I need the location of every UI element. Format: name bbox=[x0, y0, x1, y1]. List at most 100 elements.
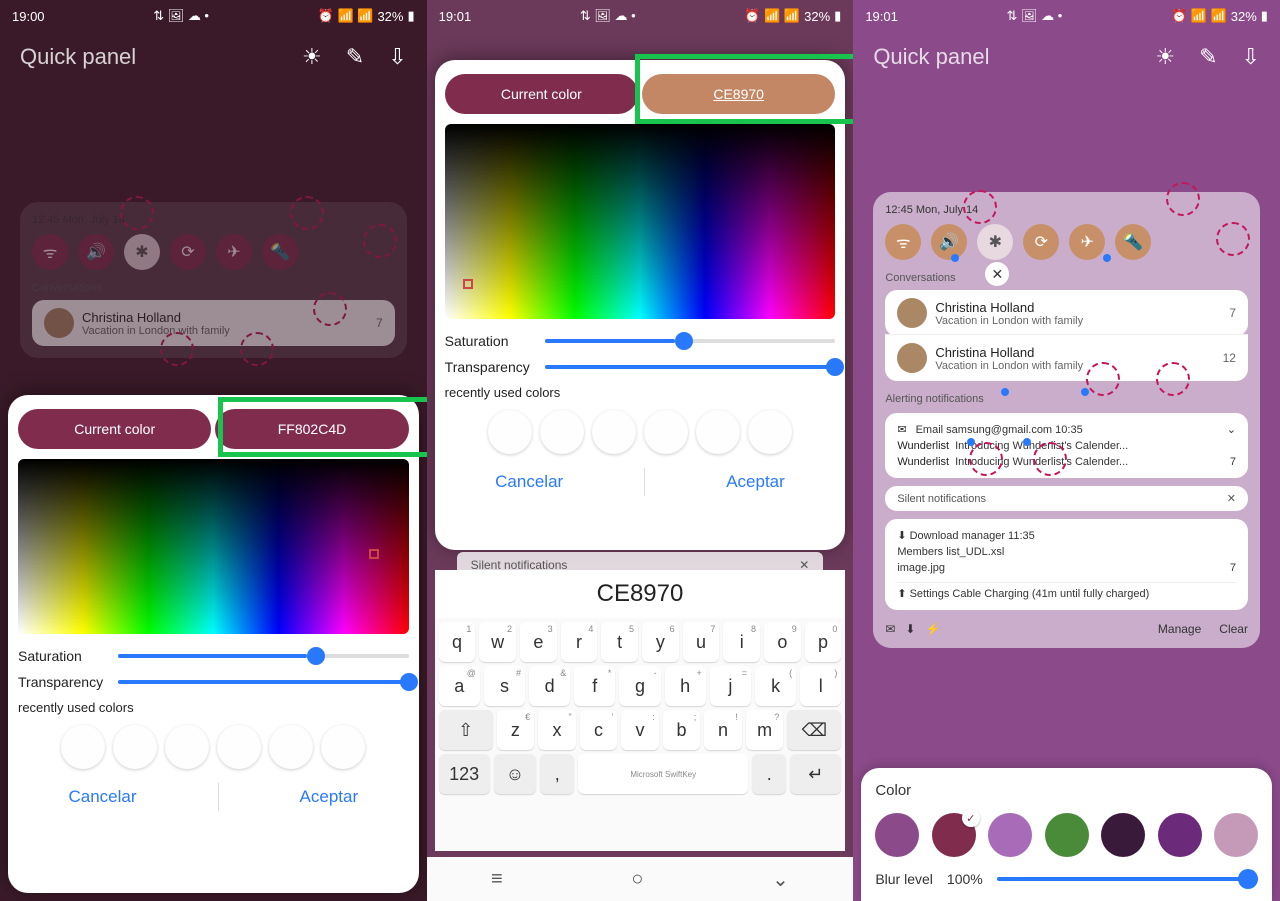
recent-color[interactable] bbox=[269, 725, 313, 769]
recent-color[interactable] bbox=[217, 725, 261, 769]
flashlight-icon: 🔦 bbox=[262, 234, 298, 270]
comma-key[interactable]: , bbox=[540, 754, 574, 794]
recent-color[interactable] bbox=[540, 410, 584, 454]
accept-button[interactable]: Aceptar bbox=[280, 779, 379, 815]
download-icon[interactable]: ⇩ bbox=[388, 44, 406, 70]
download-icon[interactable]: ⇩ bbox=[1242, 44, 1260, 70]
key-e[interactable]: e3 bbox=[520, 622, 557, 662]
alert-group: ✉ Email samsung@gmail.com 10:35⌄ Wunderl… bbox=[885, 413, 1248, 478]
silent-header: Silent notifications✕ bbox=[885, 486, 1248, 511]
recent-color[interactable] bbox=[321, 725, 365, 769]
saturation-slider[interactable] bbox=[118, 654, 409, 658]
color-picker: Current color CE8970 Saturation Transpar… bbox=[435, 60, 846, 550]
manage-button[interactable]: Manage bbox=[1158, 622, 1201, 636]
key-f[interactable]: f* bbox=[574, 666, 615, 706]
key-t[interactable]: t5 bbox=[601, 622, 638, 662]
key-d[interactable]: d& bbox=[529, 666, 570, 706]
color-swatch[interactable] bbox=[988, 813, 1032, 857]
sound-icon: 🔊 bbox=[931, 224, 967, 260]
emoji-key[interactable]: ☺ bbox=[494, 754, 537, 794]
bluetooth-icon: ✱ bbox=[124, 234, 160, 270]
key-q[interactable]: q1 bbox=[439, 622, 476, 662]
color-panel: Color Blur level 100% bbox=[861, 768, 1272, 901]
key-n[interactable]: n! bbox=[704, 710, 742, 750]
status-bar: 19:01 ⇅ 🖼 ☁ • ⏰ 📶 📶32%▮ bbox=[853, 0, 1280, 32]
saturation-slider[interactable] bbox=[545, 339, 836, 343]
brightness-icon[interactable]: ☀ bbox=[1155, 44, 1175, 70]
key-l[interactable]: l) bbox=[800, 666, 841, 706]
nav-home[interactable]: ○ bbox=[631, 868, 643, 891]
color-swatch[interactable] bbox=[1158, 813, 1202, 857]
avatar bbox=[897, 298, 927, 328]
color-code-button[interactable]: CE8970 bbox=[642, 74, 835, 114]
key-y[interactable]: y6 bbox=[642, 622, 679, 662]
accept-button[interactable]: Aceptar bbox=[706, 464, 805, 500]
shift-key[interactable]: ⇧ bbox=[439, 710, 493, 750]
hex-input[interactable]: CE8970 bbox=[435, 570, 846, 618]
key-j[interactable]: j= bbox=[710, 666, 751, 706]
space-key[interactable]: Microsoft SwiftKey bbox=[578, 754, 748, 794]
edit-icon[interactable]: ✎ bbox=[1199, 44, 1217, 70]
flashlight-icon: 🔦 bbox=[1115, 224, 1151, 260]
sound-icon: 🔊 bbox=[78, 234, 114, 270]
key-i[interactable]: i8 bbox=[723, 622, 760, 662]
current-color-button[interactable]: Current color bbox=[445, 74, 638, 114]
color-swatch[interactable] bbox=[932, 813, 976, 857]
nav-bar[interactable]: ≡ ○ ⌄ bbox=[427, 857, 854, 901]
key-w[interactable]: w2 bbox=[479, 622, 516, 662]
cancel-button[interactable]: Cancelar bbox=[49, 779, 157, 815]
key-b[interactable]: b; bbox=[663, 710, 701, 750]
keyboard[interactable]: CE8970 q1w2e3r4t5y6u7i8o9p0 a@s#d&f*g-h+… bbox=[435, 570, 846, 851]
key-g[interactable]: g- bbox=[619, 666, 660, 706]
airplane-icon: ✈ bbox=[216, 234, 252, 270]
nav-back[interactable]: ⌄ bbox=[772, 867, 789, 892]
transparency-slider[interactable] bbox=[545, 365, 836, 369]
current-color-button[interactable]: Current color bbox=[18, 409, 211, 449]
recent-color[interactable] bbox=[592, 410, 636, 454]
dot-key[interactable]: . bbox=[752, 754, 786, 794]
key-k[interactable]: k( bbox=[755, 666, 796, 706]
recent-color[interactable] bbox=[748, 410, 792, 454]
key-p[interactable]: p0 bbox=[805, 622, 842, 662]
transparency-slider[interactable] bbox=[118, 680, 409, 684]
page-title: Quick panel bbox=[20, 44, 136, 70]
key-a[interactable]: a@ bbox=[439, 666, 480, 706]
key-v[interactable]: v: bbox=[621, 710, 659, 750]
key-c[interactable]: c' bbox=[580, 710, 618, 750]
panel-preview: 12:45 Mon, July 14 ᯤ 🔊 ✱ ⟳ ✈ 🔦 Conversat… bbox=[873, 192, 1260, 648]
color-swatch[interactable] bbox=[1214, 813, 1258, 857]
color-swatch[interactable] bbox=[875, 813, 919, 857]
color-swatch[interactable] bbox=[1045, 813, 1089, 857]
key-s[interactable]: s# bbox=[484, 666, 525, 706]
key-m[interactable]: m? bbox=[746, 710, 784, 750]
recent-color[interactable] bbox=[61, 725, 105, 769]
recent-color[interactable] bbox=[488, 410, 532, 454]
edit-icon[interactable]: ✎ bbox=[346, 44, 364, 70]
backspace-key[interactable]: ⌫ bbox=[787, 710, 841, 750]
color-swatch[interactable] bbox=[1101, 813, 1145, 857]
clear-button[interactable]: Clear bbox=[1219, 622, 1248, 636]
spectrum-picker[interactable] bbox=[18, 459, 409, 634]
panel-preview: 12:45 Mon, July 14 ᯤ 🔊 ✱ ⟳ ✈ 🔦 Conversat… bbox=[20, 202, 407, 358]
recent-color[interactable] bbox=[696, 410, 740, 454]
numeric-key[interactable]: 123 bbox=[439, 754, 490, 794]
key-o[interactable]: o9 bbox=[764, 622, 801, 662]
key-x[interactable]: x" bbox=[538, 710, 576, 750]
spectrum-picker[interactable] bbox=[445, 124, 836, 319]
cancel-button[interactable]: Cancelar bbox=[475, 464, 583, 500]
recent-color[interactable] bbox=[644, 410, 688, 454]
color-code-button[interactable]: FF802C4D bbox=[215, 409, 408, 449]
key-u[interactable]: u7 bbox=[683, 622, 720, 662]
key-z[interactable]: z€ bbox=[497, 710, 535, 750]
recent-color[interactable] bbox=[113, 725, 157, 769]
app-header: Quick panel ☀ ✎ ⇩ bbox=[0, 32, 427, 82]
key-r[interactable]: r4 bbox=[561, 622, 598, 662]
recent-color[interactable] bbox=[165, 725, 209, 769]
app-header: Quick panel ☀ ✎ ⇩ bbox=[853, 32, 1280, 82]
nav-recent[interactable]: ≡ bbox=[491, 868, 503, 891]
key-h[interactable]: h+ bbox=[665, 666, 706, 706]
blur-slider[interactable] bbox=[997, 877, 1258, 881]
brightness-icon[interactable]: ☀ bbox=[302, 44, 322, 70]
status-bar: 19:00 ⇅ 🖼 ☁ • ⏰ 📶 📶32%▮ bbox=[0, 0, 427, 32]
enter-key[interactable]: ↵ bbox=[790, 754, 841, 794]
